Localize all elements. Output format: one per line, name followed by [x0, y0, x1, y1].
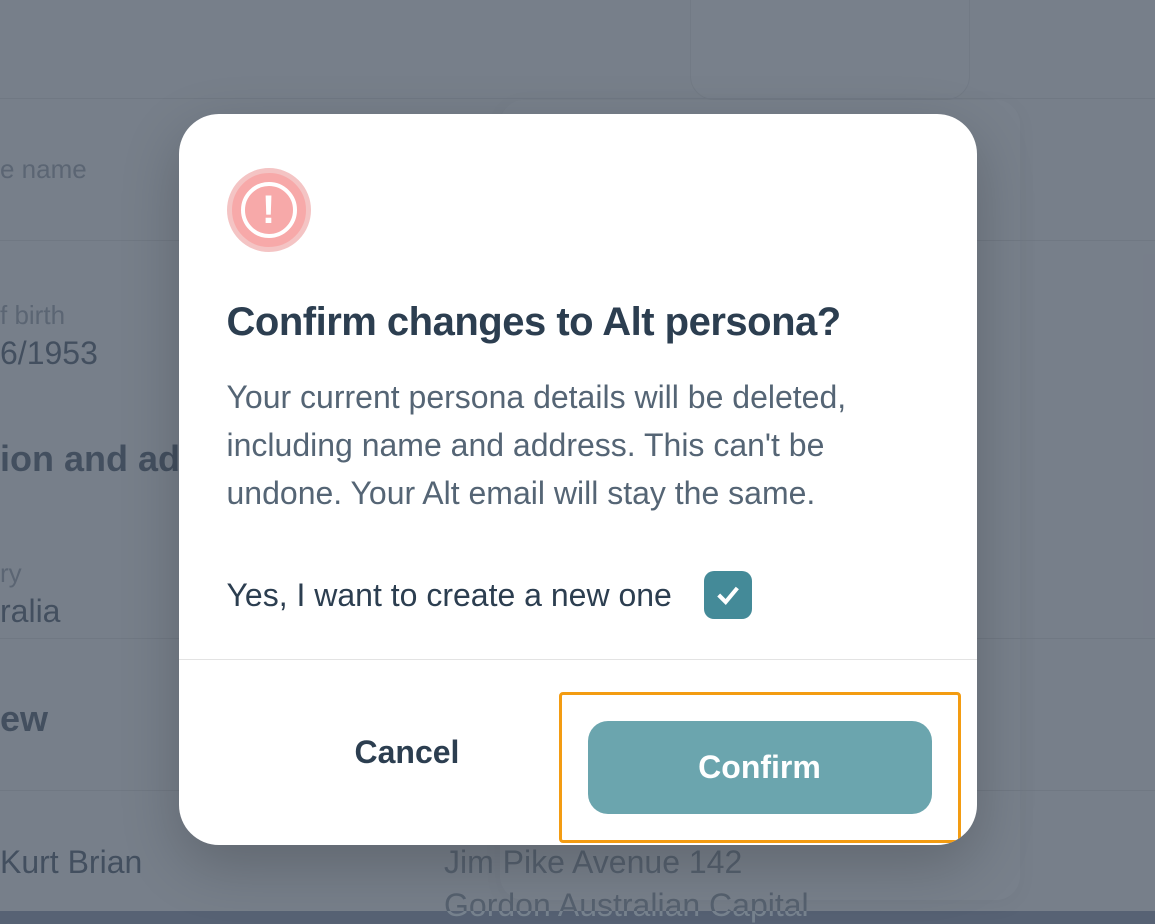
modal-description: Your current persona details will be del… — [227, 373, 929, 517]
confirm-checkbox[interactable] — [704, 571, 752, 619]
warning-icon: ! — [227, 168, 311, 252]
confirm-button[interactable]: Confirm — [588, 721, 932, 814]
check-icon — [714, 581, 742, 609]
cancel-button[interactable]: Cancel — [307, 710, 508, 795]
checkbox-label: Yes, I want to create a new one — [227, 577, 672, 614]
modal-body: ! Confirm changes to Alt persona? Your c… — [179, 114, 977, 659]
checkbox-row: Yes, I want to create a new one — [227, 571, 929, 619]
modal-footer: Cancel Confirm — [179, 659, 977, 845]
modal-title: Confirm changes to Alt persona? — [227, 300, 929, 345]
modal-overlay: ! Confirm changes to Alt persona? Your c… — [0, 0, 1155, 911]
exclamation-icon: ! — [241, 182, 297, 238]
confirm-highlight-box: Confirm — [559, 692, 961, 843]
confirm-modal: ! Confirm changes to Alt persona? Your c… — [179, 114, 977, 845]
